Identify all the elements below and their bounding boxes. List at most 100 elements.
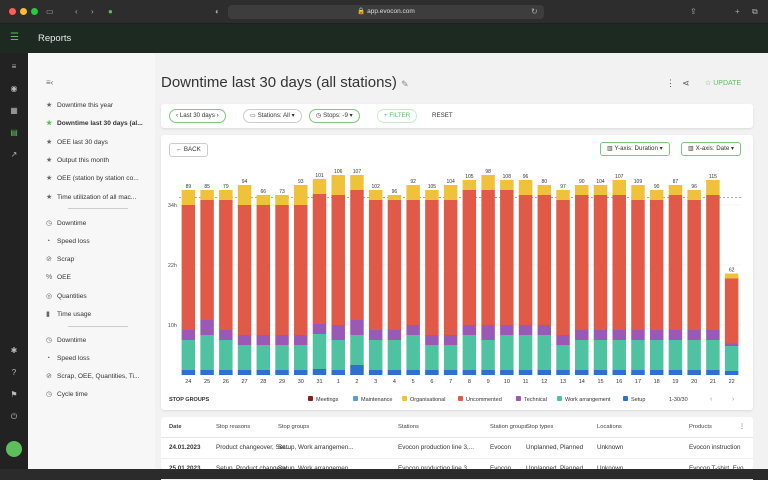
bar-segment	[631, 370, 645, 375]
power-icon[interactable]: ⏻	[9, 412, 19, 422]
sidebar-item-speed-loss-2[interactable]: ◔ Speed loss	[46, 353, 90, 365]
x-tick-label: 10	[504, 379, 510, 385]
trend-icon[interactable]: ↗	[9, 150, 19, 160]
address-bar[interactable]: 🔒 app.evocon.com	[228, 5, 544, 19]
sidebar-item-speed-loss[interactable]: ◔ Speed loss	[46, 236, 90, 248]
tab-overview-icon[interactable]: ⧉	[752, 5, 758, 19]
bar-segment	[368, 330, 383, 340]
maximize-window-button[interactable]	[31, 8, 38, 15]
bar-segment	[500, 335, 514, 370]
stations-filter[interactable]: ▭ Stations: All ▾	[243, 109, 302, 123]
bar-segment	[593, 195, 608, 330]
sidebar-item-scrap[interactable]: ⊘ Scrap	[46, 254, 74, 266]
column-header[interactable]: Stations	[398, 424, 419, 430]
flag-icon[interactable]: ⚑	[9, 390, 19, 400]
bar-segment	[575, 185, 589, 195]
sidebar-item-downtime-2[interactable]: ◷ Downtime	[46, 335, 86, 347]
x-tick-label: 15	[597, 379, 603, 385]
share-icon[interactable]: ⋖	[682, 78, 690, 89]
table-cell: Setup, Work arrangemen...	[278, 444, 354, 451]
minimize-window-button[interactable]	[20, 8, 27, 15]
bar-segment	[219, 370, 233, 375]
column-header[interactable]: Stop reasons	[216, 424, 250, 430]
bar-segment	[406, 335, 420, 370]
grid-icon[interactable]: ▦	[9, 106, 19, 116]
period-filter[interactable]: ‹ Last 30 days ›	[169, 109, 226, 123]
close-window-button[interactable]	[9, 8, 16, 15]
more-options-icon[interactable]: ⋮	[666, 78, 675, 89]
stations-label: Stations: All	[257, 112, 290, 119]
next-page-icon[interactable]: ›	[732, 396, 735, 403]
sidebar-item-time-usage[interactable]: ▮ Time usage	[46, 309, 91, 321]
legend-item: Technical	[524, 397, 547, 403]
help-icon[interactable]: ?	[9, 368, 19, 378]
settings-icon[interactable]: ✱	[9, 346, 19, 356]
column-header[interactable]: Date	[169, 424, 182, 430]
x-tick-label: 19	[672, 379, 678, 385]
reload-icon[interactable]: ↻	[531, 5, 538, 19]
bar-segment	[387, 200, 402, 330]
add-filter-button[interactable]: + FILTER	[377, 109, 418, 123]
sidebar-toggle-icon[interactable]: ▭	[46, 5, 54, 19]
bar-segment	[518, 370, 533, 375]
bar-segment	[500, 370, 514, 375]
bar-segment	[556, 345, 570, 370]
edit-pencil-icon[interactable]: ✎	[401, 79, 409, 89]
menu-icon[interactable]: ☰	[10, 32, 19, 43]
bar-segment	[256, 335, 271, 345]
privacy-shield-icon[interactable]: ◐	[215, 5, 220, 19]
column-header[interactable]: Stop types	[526, 424, 553, 430]
bar-segment	[687, 190, 701, 200]
legend-item: Maintenance	[361, 397, 393, 403]
sidebar-item-oee[interactable]: % OEE	[46, 272, 71, 284]
forward-arrow-icon[interactable]: ›	[91, 5, 94, 19]
update-button[interactable]: ☆ UPDATE	[705, 79, 741, 87]
sidebar-item-label: Downtime	[57, 220, 87, 227]
data-label: 90	[654, 184, 660, 190]
share-icon[interactable]: ⇪	[690, 5, 697, 19]
sidebar-item-oee-last-30-days[interactable]: ★ OEE last 30 days	[46, 137, 108, 149]
column-header[interactable]: Locations	[597, 424, 622, 430]
column-header[interactable]: Products	[689, 424, 712, 430]
sidebar-item-downtime[interactable]: ◷ Downtime	[46, 218, 86, 230]
dashboard-circle-icon[interactable]: ◉	[9, 84, 19, 94]
back-arrow-icon[interactable]: ‹	[75, 5, 78, 19]
sidebar-item-scrap-oee[interactable]: ⊘ Scrap, OEE, Quantities, Ti...	[46, 371, 139, 383]
bar-segment	[537, 370, 552, 375]
legend-swatch	[516, 396, 521, 401]
filter-label: FILTER	[389, 112, 411, 119]
legend-swatch	[557, 396, 562, 401]
sidebar-item-quantities[interactable]: ◎ Quantities	[46, 291, 87, 303]
sidebar-item-oee-station[interactable]: ★ OEE (station by station co...	[46, 173, 139, 185]
bar-segment	[706, 370, 720, 375]
y-tick-label: 22h	[168, 263, 177, 269]
prev-page-icon[interactable]: ‹	[710, 396, 713, 403]
extension-icon[interactable]: ●	[108, 5, 113, 19]
new-tab-icon[interactable]: +	[735, 5, 740, 19]
bar-segment	[406, 370, 420, 375]
sidebar-item-downtime-last-30-days[interactable]: ★ Downtime last 30 days (al...	[46, 118, 143, 130]
bar-segment	[387, 340, 402, 370]
bar-segment	[518, 325, 533, 335]
sidebar-item-downtime-this-year[interactable]: ★ Downtime this year	[46, 100, 113, 112]
bar-segment	[481, 175, 495, 190]
bar-segment	[500, 180, 514, 190]
column-header[interactable]: Station groups	[490, 424, 527, 430]
list-icon[interactable]: ≡	[9, 62, 19, 72]
reports-icon[interactable]: ▤	[9, 128, 19, 138]
avatar[interactable]	[6, 441, 22, 457]
bar-segment	[368, 200, 383, 330]
collapse-sidebar-icon[interactable]: ≡‹	[46, 78, 53, 87]
bar-segment	[200, 335, 214, 370]
sidebar-item-output-this-month[interactable]: ★ Output this month	[46, 155, 109, 167]
stops-filter[interactable]: ◷ Stops: -9 ▾	[309, 109, 360, 123]
sidebar-item-label: Output this month	[57, 157, 110, 164]
sidebar-item-cycle-time[interactable]: ◷ Cycle time	[46, 389, 88, 401]
reset-button[interactable]: RESET	[432, 112, 453, 119]
bar-segment	[706, 195, 720, 330]
column-header[interactable]: Stop groups	[278, 424, 309, 430]
sidebar-item-time-utilization[interactable]: ★ Time utilization of all mac...	[46, 192, 136, 204]
table-options-icon[interactable]: ⋮	[739, 424, 745, 430]
scrap-icon: ⊘	[46, 256, 52, 263]
sidebar-item-label: Time usage	[57, 311, 92, 318]
